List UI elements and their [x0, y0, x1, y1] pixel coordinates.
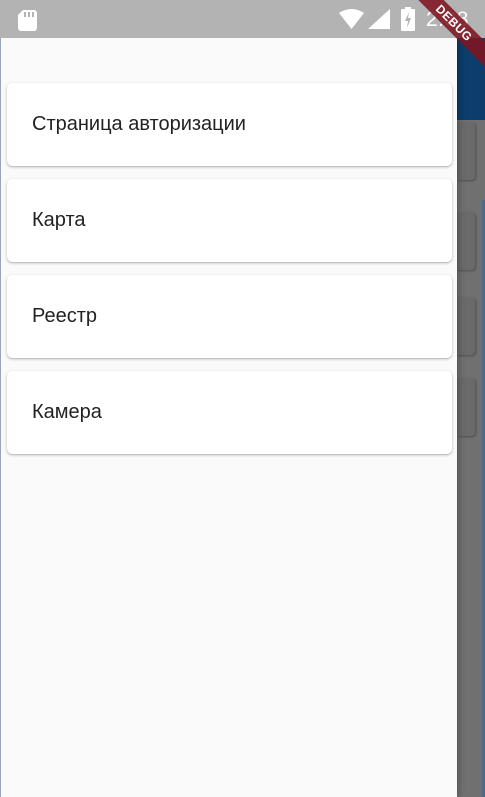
menu-item-camera[interactable]: Камера [7, 371, 452, 454]
menu-item-label: Страница авторизации [32, 113, 246, 135]
menu-item-registry[interactable]: Реестр [7, 275, 452, 358]
underlying-button [457, 122, 475, 180]
status-bar: 2:38 [0, 0, 485, 38]
sd-card-icon [18, 10, 37, 31]
battery-charging-icon [401, 7, 415, 31]
menu-item-label: Реестр [32, 305, 97, 327]
menu-item-label: Карта [32, 209, 86, 231]
underlying-button [457, 297, 475, 355]
navigation-drawer: Страница авторизации Карта Реестр Камера [0, 38, 457, 797]
cellular-signal-icon [368, 9, 390, 29]
underlying-button [457, 378, 475, 436]
menu-item-map[interactable]: Карта [7, 179, 452, 262]
menu-item-label: Камера [32, 401, 102, 423]
wifi-icon [339, 9, 364, 29]
menu-item-authorization-page[interactable]: Страница авторизации [7, 83, 452, 166]
underlying-button [457, 212, 475, 270]
drawer-menu-list: Страница авторизации Карта Реестр Камера [7, 83, 452, 467]
